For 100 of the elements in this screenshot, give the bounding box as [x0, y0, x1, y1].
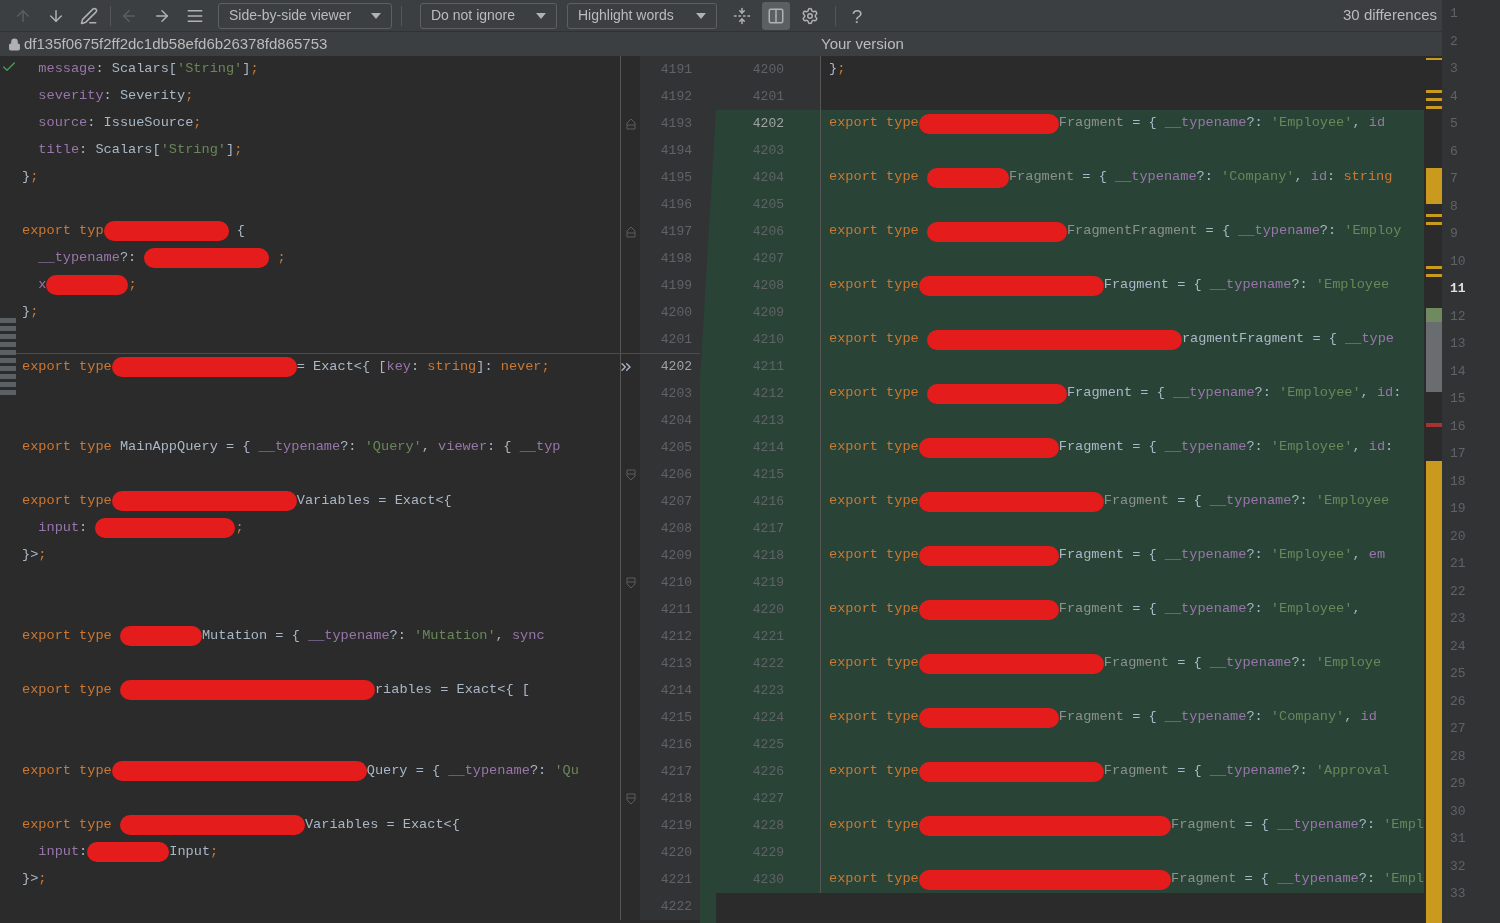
code-token: : Scalars[ [95, 60, 177, 79]
code-token: severity [37, 87, 104, 106]
code-token: ?: [1319, 222, 1338, 241]
code-token: __typename [1114, 168, 1197, 187]
code-token: , [1352, 438, 1362, 457]
code-token: , [495, 627, 505, 646]
fold-icon[interactable] [625, 468, 636, 481]
dropdown-button[interactable]: Do not ignore [420, 2, 557, 29]
code-token: ; [234, 141, 243, 160]
code-token: Fragment [1008, 168, 1075, 187]
code-token: 'Employ [1344, 222, 1402, 241]
code-token: : [79, 519, 89, 538]
code-token: __typename [1277, 870, 1359, 889]
code-token: ?: [1358, 816, 1377, 835]
code-token: ?: [1246, 114, 1264, 133]
code-token: export type [22, 816, 113, 835]
code-token: ?: [1246, 600, 1264, 619]
code-token: Fragment = { [1058, 546, 1158, 565]
lock-icon [8, 37, 21, 51]
code-token: __typename [1238, 222, 1320, 241]
code-token: ?: [529, 762, 548, 781]
code-token: export type [829, 816, 919, 835]
code-token: 'Employee' [1270, 438, 1353, 457]
code-token: Fragment [1171, 870, 1237, 889]
code-token: = { [1081, 168, 1108, 187]
code-token: ; [276, 249, 286, 268]
code-token: Fragment [1058, 600, 1124, 619]
code-token: never; [500, 357, 550, 376]
code-token: ragmentFragment = { [1181, 330, 1338, 349]
code-token: em [1368, 546, 1386, 565]
code-token: id [1360, 708, 1377, 727]
code-token: { [235, 222, 245, 241]
code-token: ] [225, 141, 235, 160]
code-token: 'Empl [1383, 870, 1424, 889]
code-token: Fragment [1058, 708, 1124, 727]
code-token: ?: [1196, 168, 1214, 187]
code-token: __typename [1164, 546, 1247, 565]
code-token: = { [1243, 870, 1270, 889]
code-token: 'Mutation' [414, 627, 496, 646]
code-token: }> [22, 546, 39, 565]
code-token: = Exact<{ [ [296, 357, 387, 376]
code-token: 'Employee' [1270, 546, 1353, 565]
code-token: : Scalars[ [79, 141, 161, 160]
code-token: Fragment [1103, 762, 1169, 781]
code-token: __typename [1209, 276, 1292, 295]
code-token: export type [829, 222, 920, 241]
fold-icon[interactable] [625, 225, 636, 238]
code-token: : { [487, 438, 513, 457]
code-token: id [1368, 438, 1386, 457]
code-token: = { [1243, 816, 1270, 835]
code-token: string [427, 357, 477, 376]
code-token: : [1393, 384, 1402, 403]
code-token: Variables = Exact<{ [296, 492, 452, 511]
code-token: ]: [476, 357, 494, 376]
code-token: __typename [1164, 708, 1247, 727]
line-number[interactable]: 11 [1450, 279, 1466, 299]
pencil-icon [80, 6, 98, 25]
code-token: = { [1131, 114, 1158, 133]
code-token: input [37, 843, 80, 862]
caret-icon [536, 12, 546, 19]
fold-icon[interactable] [625, 117, 636, 130]
code-token: 'Employee' [1279, 384, 1361, 403]
help-button[interactable]: ? [844, 2, 870, 29]
code-token: ; [193, 114, 202, 133]
code-token: title [37, 141, 80, 160]
columns-button[interactable] [762, 1, 790, 30]
caret-icon [696, 12, 706, 19]
dropdown-button[interactable]: Side-by-side viewer [218, 2, 392, 29]
code-token: __typename [1164, 600, 1247, 619]
code-token: ; [30, 168, 39, 187]
code-token: ?: [1246, 438, 1264, 457]
code-token: FragmentFragment [1066, 222, 1198, 241]
line-number: 4202 [660, 358, 692, 377]
code-token: : IssueSource [87, 114, 194, 133]
code-token: , [1294, 168, 1304, 187]
code-token: 'Query' [364, 438, 422, 457]
code-token: : [79, 843, 88, 862]
code-token: export type [829, 330, 920, 349]
code-token: export type [829, 492, 919, 511]
code-token: Fragment [1058, 114, 1124, 133]
code-token: ?: [1291, 762, 1309, 781]
code-token: __typename [1209, 492, 1292, 511]
caret-icon [371, 12, 381, 19]
dropdown-button[interactable]: Highlight words [567, 2, 717, 29]
code-token: __typename [1164, 438, 1247, 457]
code-token: ; [235, 519, 244, 538]
fold-icon[interactable] [625, 792, 636, 805]
code-token: export type [829, 438, 919, 457]
code-token: riables = Exact<{ [ [374, 681, 530, 700]
code-token: Fragment = { [1066, 384, 1166, 403]
code-token: Fragment = { [1058, 438, 1158, 457]
code-token: __typename [1172, 384, 1255, 403]
fold-icon[interactable] [625, 576, 636, 589]
code-token: ; [30, 303, 39, 322]
code-token: message [37, 60, 96, 79]
code-token: ?: [1254, 384, 1272, 403]
differences-count: 30 differences [1343, 5, 1437, 26]
code-token: ?: [1291, 492, 1309, 511]
code-token: 'String' [160, 141, 226, 160]
code-token: , [421, 438, 431, 457]
